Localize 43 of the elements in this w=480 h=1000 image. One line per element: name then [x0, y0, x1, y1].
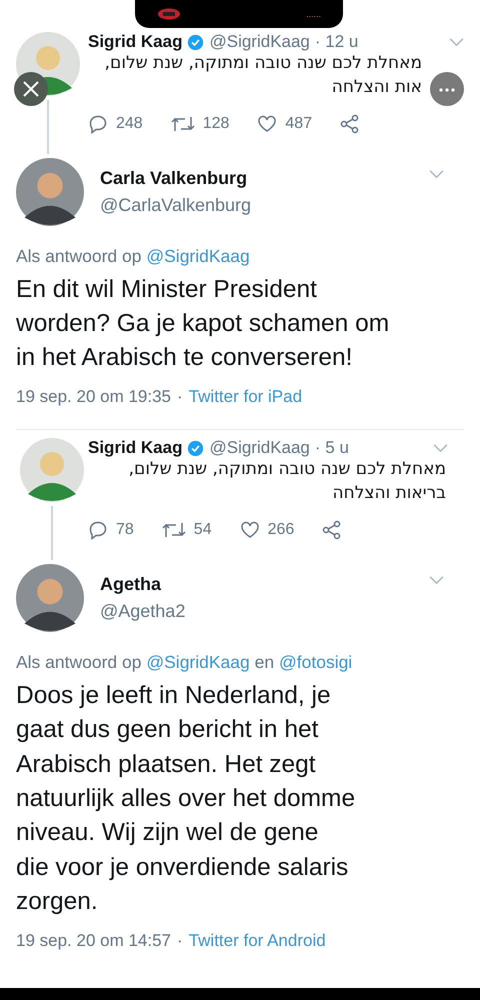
- post-date: 19 sep. 20 om 14:57: [16, 931, 172, 952]
- like-count: 487: [285, 114, 312, 133]
- logo-icon: [157, 8, 181, 20]
- retweet-count: 54: [194, 521, 212, 540]
- post-time: · 12 u: [314, 32, 358, 52]
- mention-link[interactable]: @SigridKaag: [146, 652, 250, 672]
- share-icon[interactable]: [340, 114, 360, 134]
- mention-link[interactable]: @fotosigi: [278, 652, 352, 672]
- user-name[interactable]: Carla Valkenburg: [100, 168, 252, 189]
- post-date: 19 sep. 20 om 19:35: [16, 387, 172, 408]
- user-name[interactable]: Sigrid Kaag: [88, 438, 182, 458]
- separator-dot: ·: [177, 387, 183, 408]
- like-count: 266: [268, 521, 294, 540]
- reply-icon[interactable]: [88, 520, 108, 540]
- close-button[interactable]: [14, 72, 48, 106]
- user-handle[interactable]: @SigridKaag: [209, 32, 310, 52]
- more-button[interactable]: [430, 72, 464, 106]
- tweet-text: Doos je leeft in Nederland, je gaat dus geen bericht in het Arabisch plaatsen. Het zegt natuurlijk alles over het domme niveau. Wij zijn wel de gene die voor je onverdiende salaris zorgen.: [16, 681, 356, 917]
- source-link[interactable]: Twitter for iPad: [188, 387, 302, 408]
- separator-dot: ·: [177, 931, 183, 952]
- reply-context: Als antwoord op @SigridKaag en @fotosigi: [16, 652, 354, 674]
- user-handle[interactable]: @Agetha2: [100, 601, 186, 622]
- reply-context: Als antwoord op @SigridKaag: [16, 246, 251, 267]
- tweet-text: מאחלת לכם שנה טובה ומתוקה, שנת שלום, בריאות והצלחה: [128, 458, 447, 506]
- user-handle[interactable]: @SigridKaag: [209, 438, 310, 458]
- user-handle[interactable]: @CarlaValkenburg: [100, 194, 252, 216]
- share-icon[interactable]: [322, 520, 342, 540]
- retweet-count: 128: [202, 114, 230, 133]
- heart-icon[interactable]: [240, 520, 260, 540]
- heart-icon[interactable]: [257, 114, 278, 134]
- user-name[interactable]: Agetha: [100, 574, 186, 596]
- tweet-text: En dit wil Minister President worden? Ga je kapot schamen om in het Arabisch te converseren!: [16, 274, 390, 374]
- source-link[interactable]: Twitter for Android: [188, 931, 326, 952]
- avatar-icon[interactable]: [16, 158, 84, 226]
- user-name[interactable]: Sigrid Kaag: [88, 32, 182, 52]
- avatar-icon[interactable]: [16, 564, 84, 632]
- mention-link[interactable]: @SigridKaag: [146, 246, 250, 266]
- status-text: ......: [306, 9, 321, 19]
- reply-icon[interactable]: [88, 114, 108, 134]
- reply-count: 248: [116, 114, 143, 133]
- post-time: · 5 u: [314, 438, 349, 458]
- tweet-text: מאחלת לכם שנה טובה ומתוקה, שנת שלום, אות והצלחה: [104, 52, 423, 99]
- reply-count: 78: [116, 521, 134, 540]
